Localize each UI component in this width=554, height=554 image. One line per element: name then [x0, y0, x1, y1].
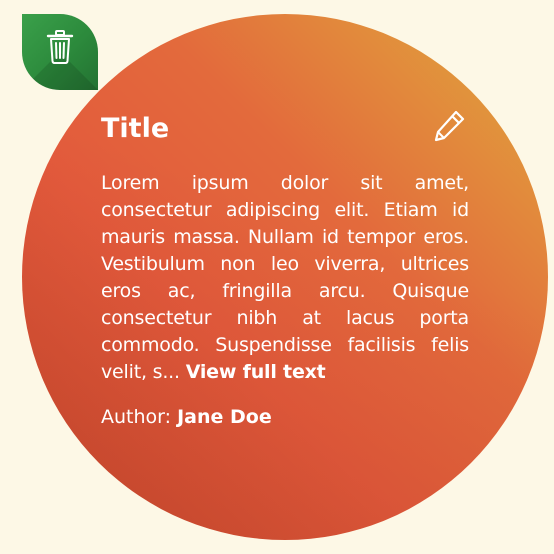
view-full-text-link[interactable]: View full text	[186, 361, 326, 383]
author-label: Author:	[101, 406, 172, 428]
card-body-text: Lorem ipsum dolor sit amet, consectetur …	[101, 172, 469, 383]
delete-button[interactable]	[22, 14, 98, 90]
author-line: Author: Jane Doe	[101, 404, 469, 431]
trash-icon	[46, 30, 74, 64]
card-title: Title	[101, 113, 170, 144]
author-name: Jane Doe	[177, 406, 272, 428]
card-content: Title Lorem ipsum dolor sit amet, consec…	[101, 110, 469, 431]
page: Title Lorem ipsum dolor sit amet, consec…	[0, 0, 554, 554]
card-body: Lorem ipsum dolor sit amet, consectetur …	[101, 170, 469, 386]
